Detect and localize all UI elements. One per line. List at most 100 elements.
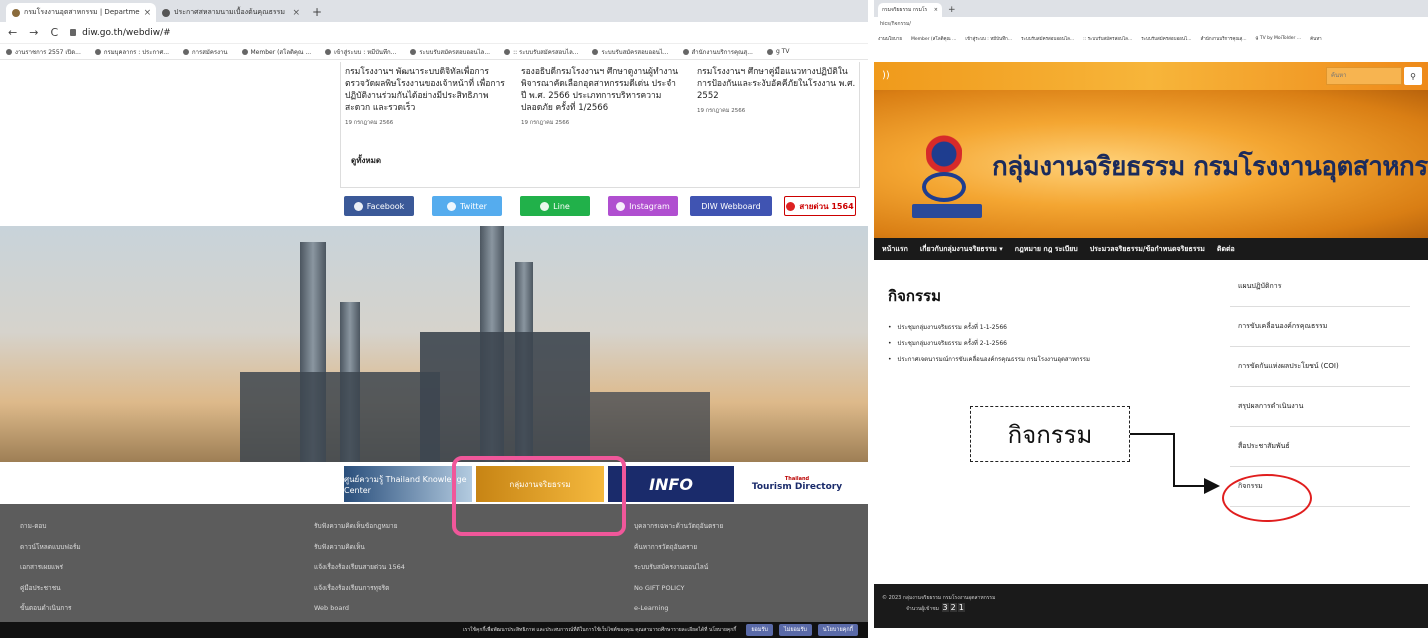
bookmark-item[interactable]: เข้าสู่ระบบ : หมีบันทึก... bbox=[965, 35, 1012, 42]
forward-arrow-icon[interactable]: → bbox=[29, 26, 38, 39]
bookmark-item[interactable]: สำนักงานบริการคุณสุ... bbox=[682, 47, 753, 57]
right-tab-ethics[interactable]: กรมจริยธรรม กรมโร × bbox=[878, 3, 942, 17]
left-tab-announcement[interactable]: ประกาศสหลามนามเบื้องต้นคุณธรรม × bbox=[156, 3, 306, 22]
bookmark-item[interactable]: :: ระบบรับสมัครสอบไล... bbox=[1083, 35, 1132, 42]
news-item[interactable]: กรมโรงงานฯ ศึกษาคู่มือแนวทางปฏิบัติในการ… bbox=[697, 66, 857, 117]
bookmark-icon bbox=[241, 48, 248, 55]
footer-link[interactable]: No GIFT POLICY bbox=[634, 578, 723, 599]
nav-about[interactable]: เกี่ยวกับกลุ่มงานจริยธรรม ▾ bbox=[920, 244, 1003, 255]
right-browser-window: กรมจริยธรรม กรมโร × + hics/กิจกรรม/ งานน… bbox=[874, 0, 1428, 638]
footer-link[interactable]: แจ้งเรื่องร้องเรียนสายด่วน 1564 bbox=[314, 557, 405, 578]
sidebar-item-coi[interactable]: การขัดกันแห่งผลประโยชน์ (COI) bbox=[1230, 347, 1410, 387]
facebook-button[interactable]: Facebook bbox=[344, 196, 414, 216]
bookmark-item[interactable]: กรมบุคลากร : ประกาศ... bbox=[94, 47, 169, 57]
footer-link[interactable]: ขั้นตอนดำเนินการ bbox=[20, 598, 81, 619]
news-headline[interactable]: รองอธิบดีกรมโรงงานฯ ศึกษาดูงานผู้ทำงานพิ… bbox=[521, 66, 681, 114]
info-banner[interactable]: INFO bbox=[608, 466, 734, 502]
bookmark-item[interactable]: g TV by MoiTolder ... bbox=[1256, 36, 1302, 41]
new-tab-button[interactable]: + bbox=[312, 5, 322, 19]
footer-link[interactable]: รับฟังความคิดเห็นข้อกฎหมาย bbox=[314, 516, 405, 537]
activity-link[interactable]: ประชุมกลุ่มงานจริยธรรม ครั้งที่ 2-1-2566 bbox=[888, 336, 1090, 352]
activity-link[interactable]: ประกาศเจตนารมณ์การขับเคลื่อนองค์กรคุณธรร… bbox=[888, 352, 1090, 368]
webboard-button[interactable]: DIW Webboard bbox=[690, 196, 772, 216]
new-tab-button[interactable]: + bbox=[948, 5, 956, 15]
news-headline[interactable]: กรมโรงงานฯ ศึกษาคู่มือแนวทางปฏิบัติในการ… bbox=[697, 66, 857, 102]
bookmark-item[interactable]: สำนักงานบริการคุณสุ... bbox=[1201, 35, 1247, 42]
visitor-digit: 1 bbox=[957, 603, 965, 612]
close-tab-icon[interactable]: × bbox=[292, 8, 300, 18]
nav-home[interactable]: หน้าแรก bbox=[882, 244, 908, 255]
partner-banners: ศูนย์ความรู้ Thailand Knowledge Center ก… bbox=[0, 466, 868, 502]
see-all-link[interactable]: ดูทั้งหมด bbox=[351, 154, 381, 167]
url-text: diw.go.th/webdiw/# bbox=[82, 27, 171, 38]
bookmark-item[interactable]: ระบบรับสมัครสอบออนไล... bbox=[410, 47, 490, 57]
rss-icon[interactable]: )) bbox=[882, 70, 890, 81]
hero-factory-image bbox=[0, 226, 868, 462]
sidebar-item-action-plan[interactable]: แผนปฏิบัติการ bbox=[1230, 267, 1410, 307]
news-headline[interactable]: กรมโรงงานฯ พัฒนาระบบดิจิทัลเพื่อการตรวจว… bbox=[345, 66, 505, 114]
news-item[interactable]: กรมโรงงานฯ พัฒนาระบบดิจิทัลเพื่อการตรวจว… bbox=[345, 66, 505, 129]
twitter-button[interactable]: Twitter bbox=[432, 196, 502, 216]
footer-link[interactable]: ค้นหาการวัตถุอันตราย bbox=[634, 537, 723, 558]
line-button[interactable]: Line bbox=[520, 196, 590, 216]
search-input[interactable] bbox=[1326, 67, 1402, 85]
close-tab-icon[interactable]: × bbox=[934, 7, 938, 13]
bookmark-item[interactable]: g TV bbox=[766, 48, 789, 55]
footer-text: © 2023 กลุ่มงานจริยธรรม กรมโรงงานอุตสาหก… bbox=[882, 594, 995, 614]
activity-list: ประชุมกลุ่มงานจริยธรรม ครั้งที่ 1-1-2566… bbox=[888, 320, 1090, 368]
bookmark-item[interactable]: เข้าสู่ระบบ : หมีบันทึก... bbox=[325, 47, 396, 57]
footer-link[interactable]: รับฟังความคิดเห็น bbox=[314, 537, 405, 558]
sidebar-item-pr-media[interactable]: สื่อประชาสัมพันธ์ bbox=[1230, 427, 1410, 467]
lock-icon bbox=[70, 29, 77, 36]
url-field[interactable]: diw.go.th/webdiw/# bbox=[70, 28, 171, 38]
bookmark-item[interactable]: Member (สโลติคุณ ... bbox=[911, 35, 956, 42]
footer-link[interactable]: บุคลากรเฉพาะด้านวัตถุอันตราย bbox=[634, 516, 723, 537]
nav-law[interactable]: กฎหมาย กฎ ระเบียบ bbox=[1015, 244, 1078, 255]
annotation-callout: กิจกรรม bbox=[970, 406, 1130, 462]
footer-link[interactable]: e-Learning bbox=[634, 598, 723, 619]
footer-link[interactable]: Web board bbox=[314, 598, 405, 619]
footer-link[interactable]: ถาม-ตอบ bbox=[20, 516, 81, 537]
nav-code-of-ethics[interactable]: ประมวลจริยธรรม/ข้อกำหนดจริยธรรม bbox=[1090, 244, 1205, 255]
news-item[interactable]: รองอธิบดีกรมโรงงานฯ ศึกษาดูงานผู้ทำงานพิ… bbox=[521, 66, 681, 129]
left-tab-diw[interactable]: กรมโรงงานอุตสาหกรรม | Departme × bbox=[6, 3, 156, 22]
cookie-policy-button[interactable]: นโยบายคุกกี้ bbox=[817, 624, 858, 636]
footer-link[interactable]: เอกสารเผยแพร่ bbox=[20, 557, 81, 578]
sidebar-item-results[interactable]: สรุปผลการดำเนินงาน bbox=[1230, 387, 1410, 427]
copyright-text: © 2023 กลุ่มงานจริยธรรม กรมโรงงานอุตสาหก… bbox=[882, 595, 996, 601]
back-arrow-icon[interactable]: ← bbox=[8, 26, 17, 39]
search-button[interactable]: ⚲ bbox=[1404, 67, 1422, 85]
site-top-bar: )) ⚲ bbox=[874, 62, 1428, 90]
bookmark-item[interactable]: Member (สโลติคุณ ... bbox=[241, 47, 311, 57]
hotline-button[interactable]: สายด่วน 1564 bbox=[784, 196, 856, 216]
bookmark-item[interactable]: ค้นหา bbox=[1310, 35, 1322, 42]
close-tab-icon[interactable]: × bbox=[144, 8, 152, 18]
bookmark-item[interactable]: งานนโยบาย bbox=[878, 35, 902, 42]
tourism-directory-banner[interactable]: Thailand Tourism Directory bbox=[738, 466, 856, 502]
footer-link[interactable]: คู่มือประชาชน bbox=[20, 578, 81, 599]
bookmark-item[interactable]: การสมัครงาน bbox=[183, 47, 228, 57]
right-address-bar[interactable]: hics/กิจกรรม/ bbox=[874, 17, 1428, 31]
sidebar-item-moral-org[interactable]: การขับเคลื่อนองค์กรคุณธรรม bbox=[1230, 307, 1410, 347]
site-header-banner: กลุ่มงานจริยธรรม กรมโรงงานอุตสาหกรรม bbox=[874, 90, 1428, 238]
footer-link[interactable]: แจ้งเรื่องร้องเรียนการทุจริต bbox=[314, 578, 405, 599]
footer-column: ถาม-ตอบ ดาวน์โหลดแบบฟอร์ม เอกสารเผยแพร่ … bbox=[20, 516, 81, 619]
bookmark-item[interactable]: ระบบรับสมัครสอบออนไล... bbox=[1021, 35, 1074, 42]
site-nav: หน้าแรก เกี่ยวกับกลุ่มงานจริยธรรม ▾ กฎหม… bbox=[874, 238, 1428, 260]
search-icon: ⚲ bbox=[1410, 71, 1416, 81]
site-title: กลุ่มงานจริยธรรม กรมโรงงานอุตสาหกรรม bbox=[992, 152, 1428, 182]
bookmark-item[interactable]: งานราชการ 2557 เปิด... bbox=[6, 47, 81, 57]
footer-link[interactable]: ระบบรับสมัครงานออนไลน์ bbox=[634, 557, 723, 578]
bookmark-item[interactable]: :: ระบบรับสมัครสอบไล... bbox=[504, 47, 578, 57]
footer-link[interactable]: ดาวน์โหลดแบบฟอร์ม bbox=[20, 537, 81, 558]
instagram-icon bbox=[616, 201, 626, 211]
twitter-icon bbox=[447, 201, 457, 211]
bookmark-item[interactable]: ระบบรับสมัครสอบออนไ... bbox=[592, 47, 669, 57]
bookmark-item[interactable]: ระบบรับสมัครสอบออนไ... bbox=[1141, 35, 1191, 42]
activity-link[interactable]: ประชุมกลุ่มงานจริยธรรม ครั้งที่ 1-1-2566 bbox=[888, 320, 1090, 336]
nav-contact[interactable]: ติดต่อ bbox=[1217, 244, 1235, 255]
cookie-accept-button[interactable]: ยอมรับ bbox=[746, 624, 773, 636]
reload-icon[interactable]: C bbox=[50, 26, 58, 39]
cookie-reject-button[interactable]: ไม่ยอมรับ bbox=[778, 624, 812, 636]
instagram-button[interactable]: Instagram bbox=[608, 196, 678, 216]
